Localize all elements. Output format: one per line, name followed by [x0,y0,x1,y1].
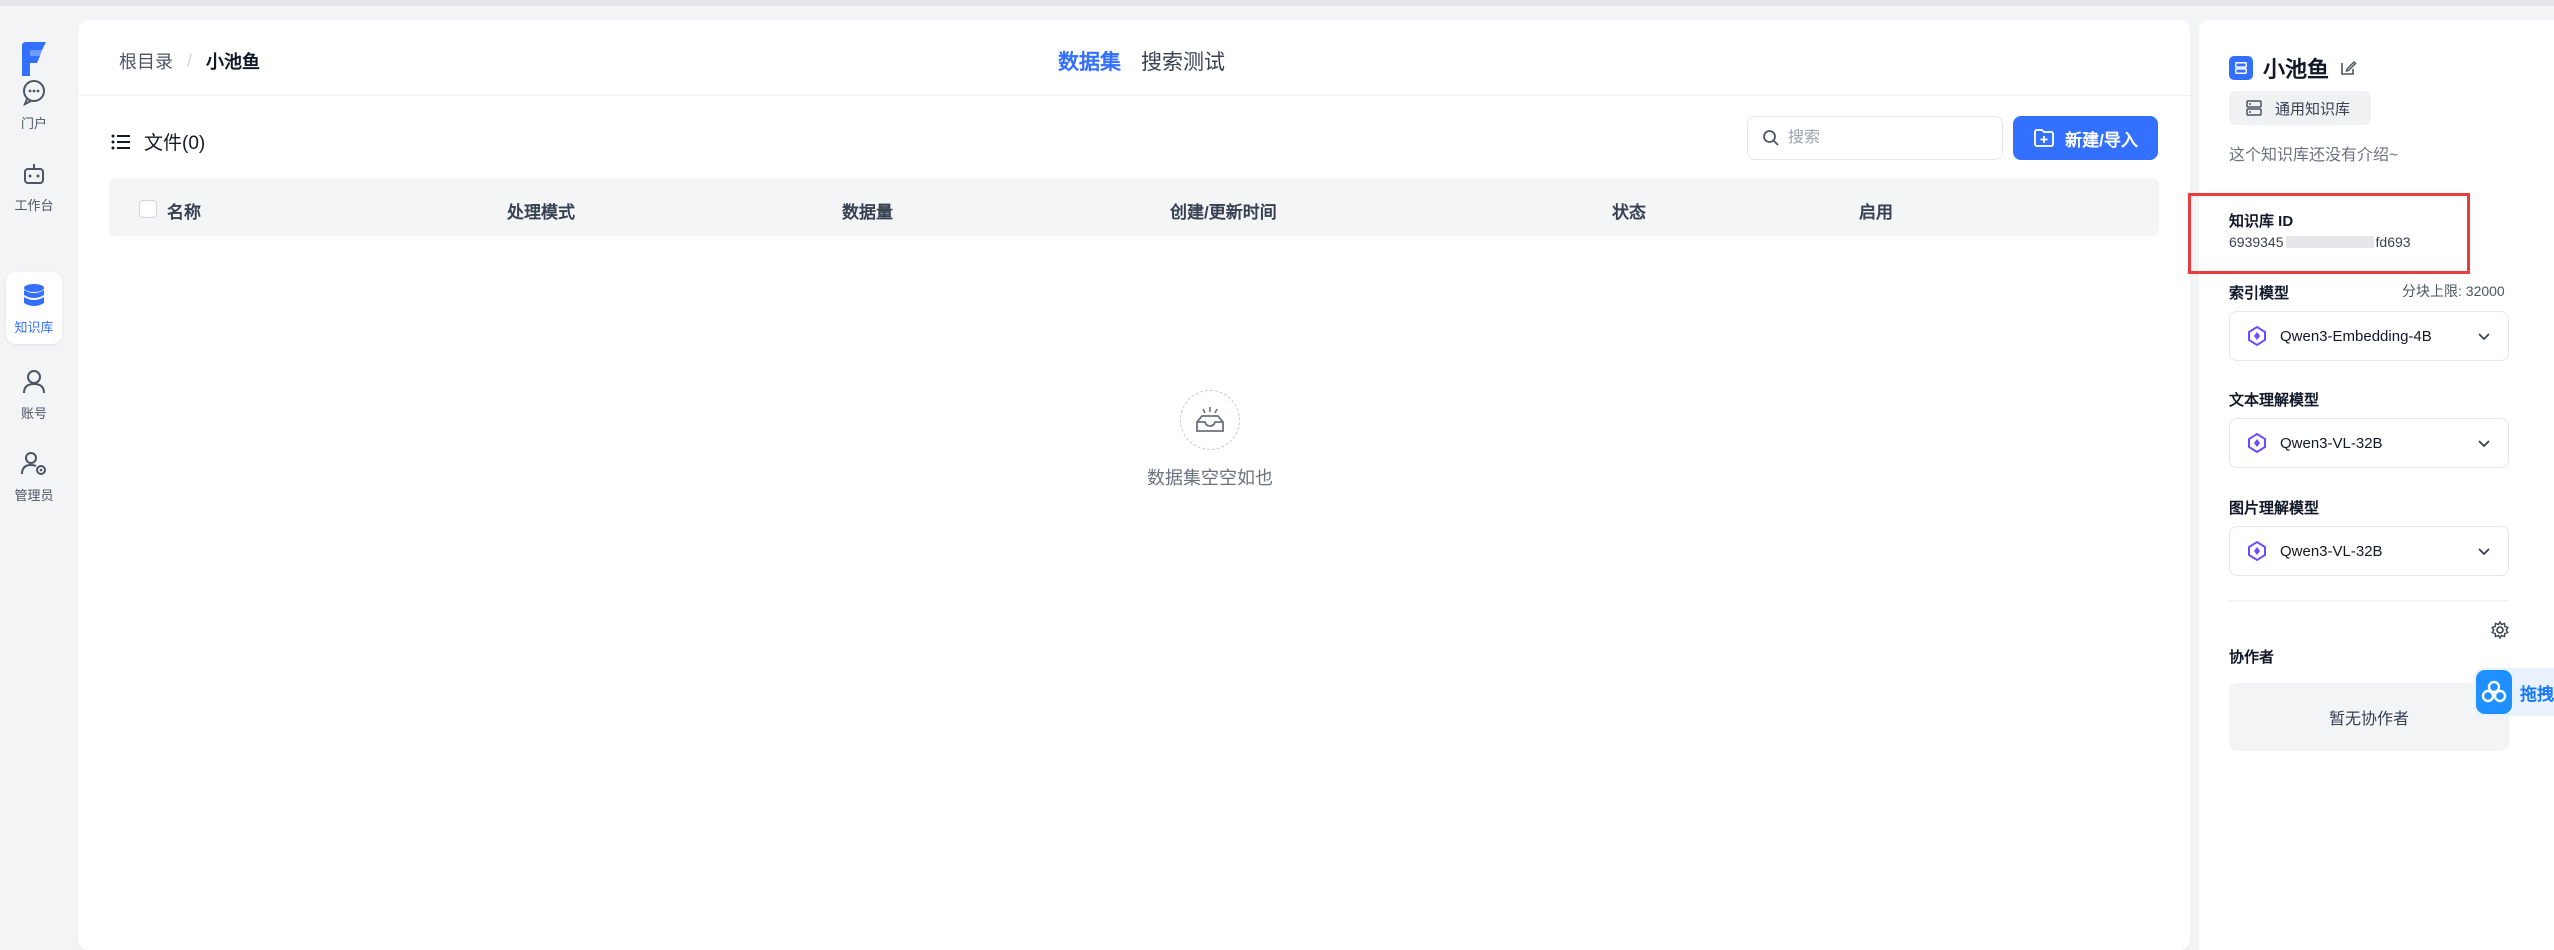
kb-intro[interactable]: 这个知识库还没有介绍~ [2229,141,2398,165]
kb-type-label: 通用知识库 [2275,100,2351,118]
kb-id-highlight-annotation [2188,193,2470,274]
new-import-button[interactable]: 新建/导入 [2013,116,2158,160]
kb-icon [2229,56,2253,80]
user-icon [23,369,45,393]
table-header: 名称 处理模式 数据量 创建/更新时间 状态 启用 [109,178,2159,236]
nav-label: 工作台 [14,197,54,213]
nav-label: 账号 [20,405,47,421]
list-icon [111,134,130,149]
select-all-checkbox[interactable] [139,200,157,218]
image-model-select[interactable]: Qwen3-VL-32B [2229,526,2509,576]
empty-state-text: 数据集空空如也 [1147,468,1273,488]
chevron-down-icon [2478,333,2490,341]
search-field[interactable] [1747,116,2003,160]
dataset-panel: 根目录 / 小池鱼 数据集 搜索测试 文件(0) 新建/导入 [78,20,2190,950]
text-model-value: Qwen3-VL-32B [2280,434,2383,452]
qwen-model-icon [2248,432,2266,454]
empty-box-icon [1180,390,1240,450]
column-process-mode: 处理模式 [507,203,575,222]
database-icon [24,283,44,306]
left-nav-rail: 门户 工作台 知识库 账号 管理员 [0,6,68,950]
chevron-down-icon [2478,440,2490,448]
chat-bubble-icon [23,79,45,106]
floating-widget-label: 拖拽 [2520,684,2554,704]
chunk-limit: 分块上限: 32000 [2402,283,2505,299]
column-enabled: 启用 [1859,203,1893,222]
qwen-model-icon [2248,325,2266,347]
kb-type-tag: 通用知识库 [2229,91,2371,125]
search-icon [1763,130,1779,146]
nav-label: 管理员 [14,487,54,503]
files-heading: 文件(0) [110,128,205,155]
nav-label: 知识库 [14,319,54,335]
index-model-label: 索引模型 [2229,285,2290,302]
image-model-value: Qwen3-VL-32B [2280,542,2383,560]
kb-info-panel: 小池鱼 通用知识库 这个知识库还没有介绍~ 知识库 ID 6939345 fd6… [2199,20,2554,950]
text-model-label: 文本理解模型 [2229,392,2320,409]
files-count-label: 文件(0) [144,133,206,154]
edit-icon[interactable] [2339,59,2357,77]
new-import-label: 新建/导入 [2065,130,2138,150]
search-input[interactable] [1788,129,1988,147]
robot-icon [24,163,44,184]
image-model-label: 图片理解模型 [2229,500,2320,517]
window-top-border [0,0,2554,6]
section-divider [2229,600,2509,601]
qwen-model-icon [2248,540,2266,562]
empty-state: 数据集空空如也 [1050,390,1370,490]
column-name: 名称 [167,203,201,222]
nav-label: 门户 [20,115,47,131]
panel-header: 根目录 / 小池鱼 数据集 搜索测试 [78,20,2190,96]
index-model-select[interactable]: Qwen3-Embedding-4B [2229,311,2509,361]
text-model-select[interactable]: Qwen3-VL-32B [2229,418,2509,468]
column-status: 状态 [1612,203,1646,222]
nav-item-admin[interactable]: 管理员 [6,440,62,512]
tab-search-test[interactable]: 搜索测试 [1141,46,1225,76]
chevron-down-icon [2478,548,2490,556]
collaborators-empty: 暂无协作者 [2229,683,2509,751]
server-icon [2246,100,2262,116]
tab-datasets[interactable]: 数据集 [1058,46,1121,76]
view-tabs: 数据集 搜索测试 [1058,46,1225,76]
column-created-updated: 创建/更新时间 [1170,203,1277,222]
floating-drag-widget[interactable]: 拖拽 [2474,668,2554,716]
cloud-app-icon [2476,670,2512,714]
column-data-amount: 数据量 [842,203,893,222]
nav-item-knowledge-base[interactable]: 知识库 [6,272,62,344]
breadcrumb-root[interactable]: 根目录 [119,48,173,74]
nav-item-account[interactable]: 账号 [6,358,62,430]
settings-gear-icon[interactable] [2490,620,2510,640]
nav-item-workbench[interactable]: 工作台 [6,150,62,222]
breadcrumb-separator: / [187,50,193,71]
index-model-value: Qwen3-Embedding-4B [2280,327,2432,345]
collaborators-label: 协作者 [2229,649,2275,666]
kb-title: 小池鱼 [2229,52,2357,84]
admin-gear-icon [21,451,46,475]
folder-add-icon [2034,129,2055,147]
breadcrumb-current: 小池鱼 [206,52,261,72]
kb-name: 小池鱼 [2263,57,2330,82]
breadcrumb: 根目录 / 小池鱼 [119,48,260,74]
nav-item-portal[interactable]: 门户 [6,68,62,140]
